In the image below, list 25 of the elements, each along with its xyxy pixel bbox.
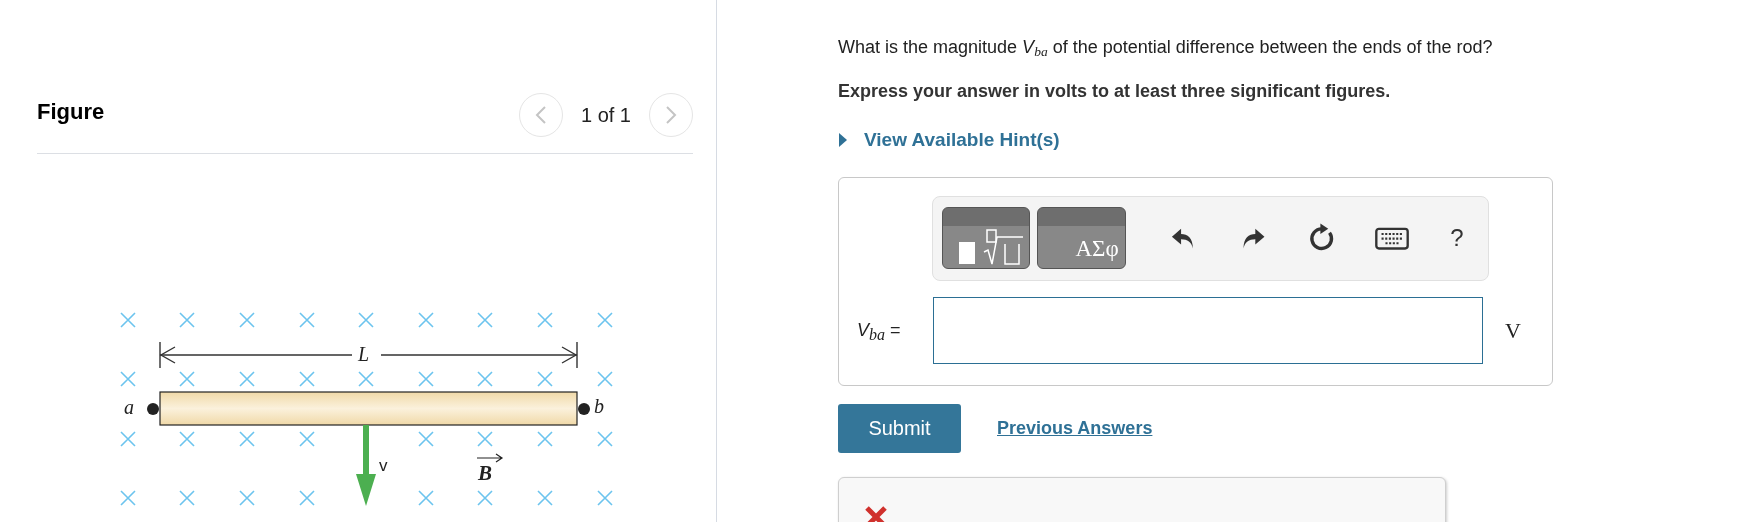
velocity-label: v	[379, 457, 388, 474]
submit-button[interactable]: Submit	[838, 403, 961, 453]
question-text: What is the magnitude V$_{ba}$ of the potential difference between the ends of the rod?	[838, 36, 1494, 61]
point-label: b	[594, 396, 604, 416]
unit-label: V	[1505, 316, 1521, 345]
chevron-left-icon	[533, 104, 548, 125]
instruction-text: Express your answer in volts to at least three significant figures.	[838, 80, 1392, 103]
vector-arrow-icon	[476, 453, 504, 463]
templates-button[interactable]	[942, 207, 1031, 269]
figure-title: Figure	[37, 98, 105, 126]
expand-triangle-icon	[838, 132, 848, 149]
length-label: L	[358, 344, 370, 364]
end-point-dot	[578, 403, 590, 415]
incorrect-icon	[863, 503, 889, 522]
field-label: B	[478, 463, 492, 484]
previous-answers-link[interactable]: Previous Answers	[997, 414, 1153, 442]
end-point-dot	[147, 403, 159, 415]
point-label: a	[124, 397, 134, 417]
symbols-button[interactable]: ΑΣφ	[1037, 207, 1126, 269]
help-button[interactable]: ?	[1426, 218, 1488, 258]
answer-input[interactable]	[933, 296, 1483, 364]
hint-link[interactable]: View Available Hint(s)	[838, 126, 1754, 155]
page-indicator: 1 of 1	[580, 102, 631, 128]
variable-label: V$_{ba}$ =	[856, 318, 902, 344]
chevron-right-icon	[664, 104, 678, 125]
